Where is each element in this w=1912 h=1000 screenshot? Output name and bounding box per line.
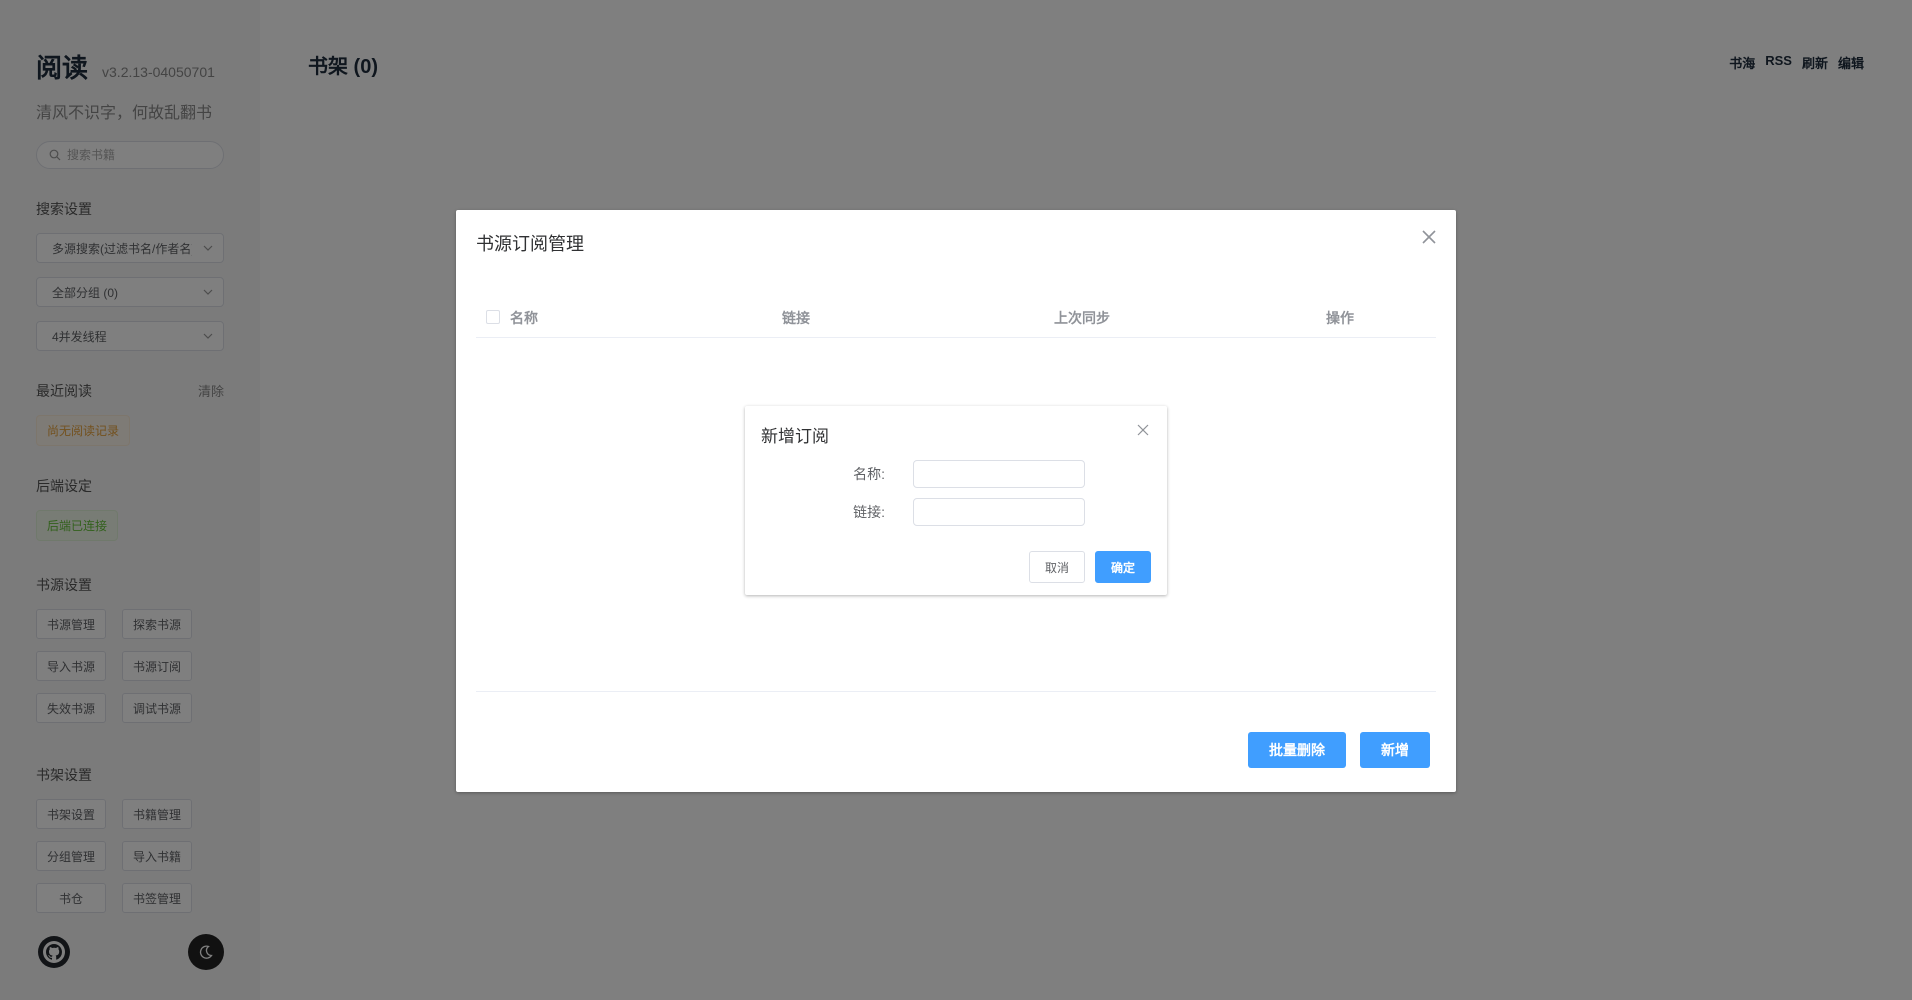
column-actions: 操作	[1326, 310, 1354, 326]
column-last-sync: 上次同步	[1054, 310, 1110, 326]
add-dialog-title: 新增订阅	[761, 427, 829, 446]
name-input[interactable]	[913, 460, 1085, 488]
name-form-row: 名称:	[745, 458, 1167, 488]
cancel-button[interactable]: 取消	[1029, 551, 1085, 583]
name-label: 名称:	[853, 466, 885, 482]
confirm-button[interactable]: 确定	[1095, 551, 1151, 583]
column-link: 链接	[782, 310, 810, 326]
batch-delete-button[interactable]: 批量删除	[1248, 732, 1346, 768]
table-divider	[476, 691, 1436, 692]
table-header: 名称 链接 上次同步 操作	[476, 300, 1436, 338]
column-name: 名称	[510, 310, 538, 326]
add-subscription-button[interactable]: 新增	[1360, 732, 1430, 768]
link-label: 链接:	[853, 504, 885, 520]
select-all-checkbox[interactable]	[486, 310, 500, 324]
link-form-row: 链接:	[745, 496, 1167, 526]
subscription-dialog-title: 书源订阅管理	[476, 234, 584, 254]
add-subscription-dialog: 新增订阅 名称: 链接: 取消 确定	[745, 406, 1167, 595]
link-input[interactable]	[913, 498, 1085, 526]
close-icon[interactable]	[1137, 424, 1149, 436]
close-icon[interactable]	[1420, 228, 1438, 246]
